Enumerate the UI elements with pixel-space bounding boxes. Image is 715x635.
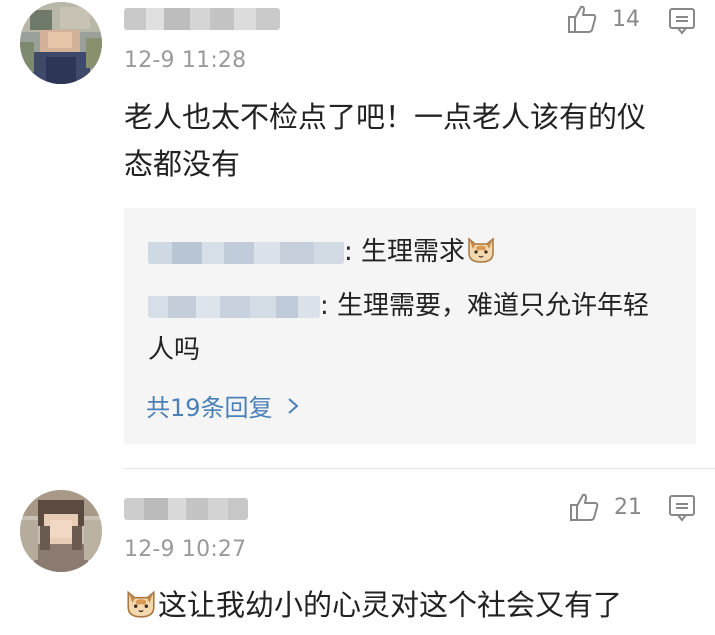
- comment-text-line: 这让我幼小的心灵对这个社会又有了: [158, 588, 623, 622]
- reply-text: : 生理需要，难道只允许年轻: [320, 291, 650, 321]
- avatar[interactable]: [20, 490, 102, 572]
- comment-text: 老人也太不检点了吧！一点老人该有的仪 态都没有: [124, 94, 704, 188]
- like-count: 21: [614, 494, 642, 520]
- more-replies-label: 共19条回复: [146, 394, 273, 422]
- divider: [124, 468, 715, 469]
- like-button[interactable]: 21: [568, 492, 642, 522]
- replies-box: : 生理需求 : 生理需要，难道只允许年轻 人吗 共19条回复: [124, 208, 696, 444]
- comment-text-line: 老人也太不检点了吧！一点老人该有的仪: [124, 100, 647, 134]
- reply-text-line: 人吗: [148, 335, 201, 365]
- comment-text-line: 态都没有: [124, 147, 241, 181]
- comment-icon: [669, 495, 695, 522]
- reply-item[interactable]: : 生理需求: [148, 230, 497, 274]
- username[interactable]: [124, 498, 248, 520]
- more-replies-link[interactable]: 共19条回复: [146, 388, 303, 423]
- reply-username[interactable]: [148, 238, 344, 264]
- reply-button[interactable]: [668, 7, 696, 35]
- thumbs-up-icon: [568, 5, 597, 33]
- chevron-right-icon: [287, 397, 299, 414]
- thumbs-up-icon: [570, 493, 599, 521]
- like-count: 14: [612, 6, 640, 32]
- reply-username[interactable]: [148, 292, 320, 318]
- comment-icon: [669, 8, 695, 35]
- reply-item[interactable]: : 生理需要，难道只允许年轻 人吗: [148, 284, 688, 372]
- reply-button[interactable]: [668, 494, 696, 522]
- reply-text: : 生理需求: [344, 237, 466, 267]
- like-button[interactable]: 14: [566, 4, 640, 34]
- comment-time: 12-9 11:28: [124, 48, 247, 73]
- comment-text: 这让我幼小的心灵对这个社会又有了: [124, 582, 714, 629]
- username[interactable]: [124, 8, 280, 30]
- cat-face-emoji: [468, 237, 494, 263]
- avatar[interactable]: [20, 2, 102, 84]
- cat-face-emoji: [127, 590, 155, 618]
- comment-time: 12-9 10:27: [124, 537, 247, 562]
